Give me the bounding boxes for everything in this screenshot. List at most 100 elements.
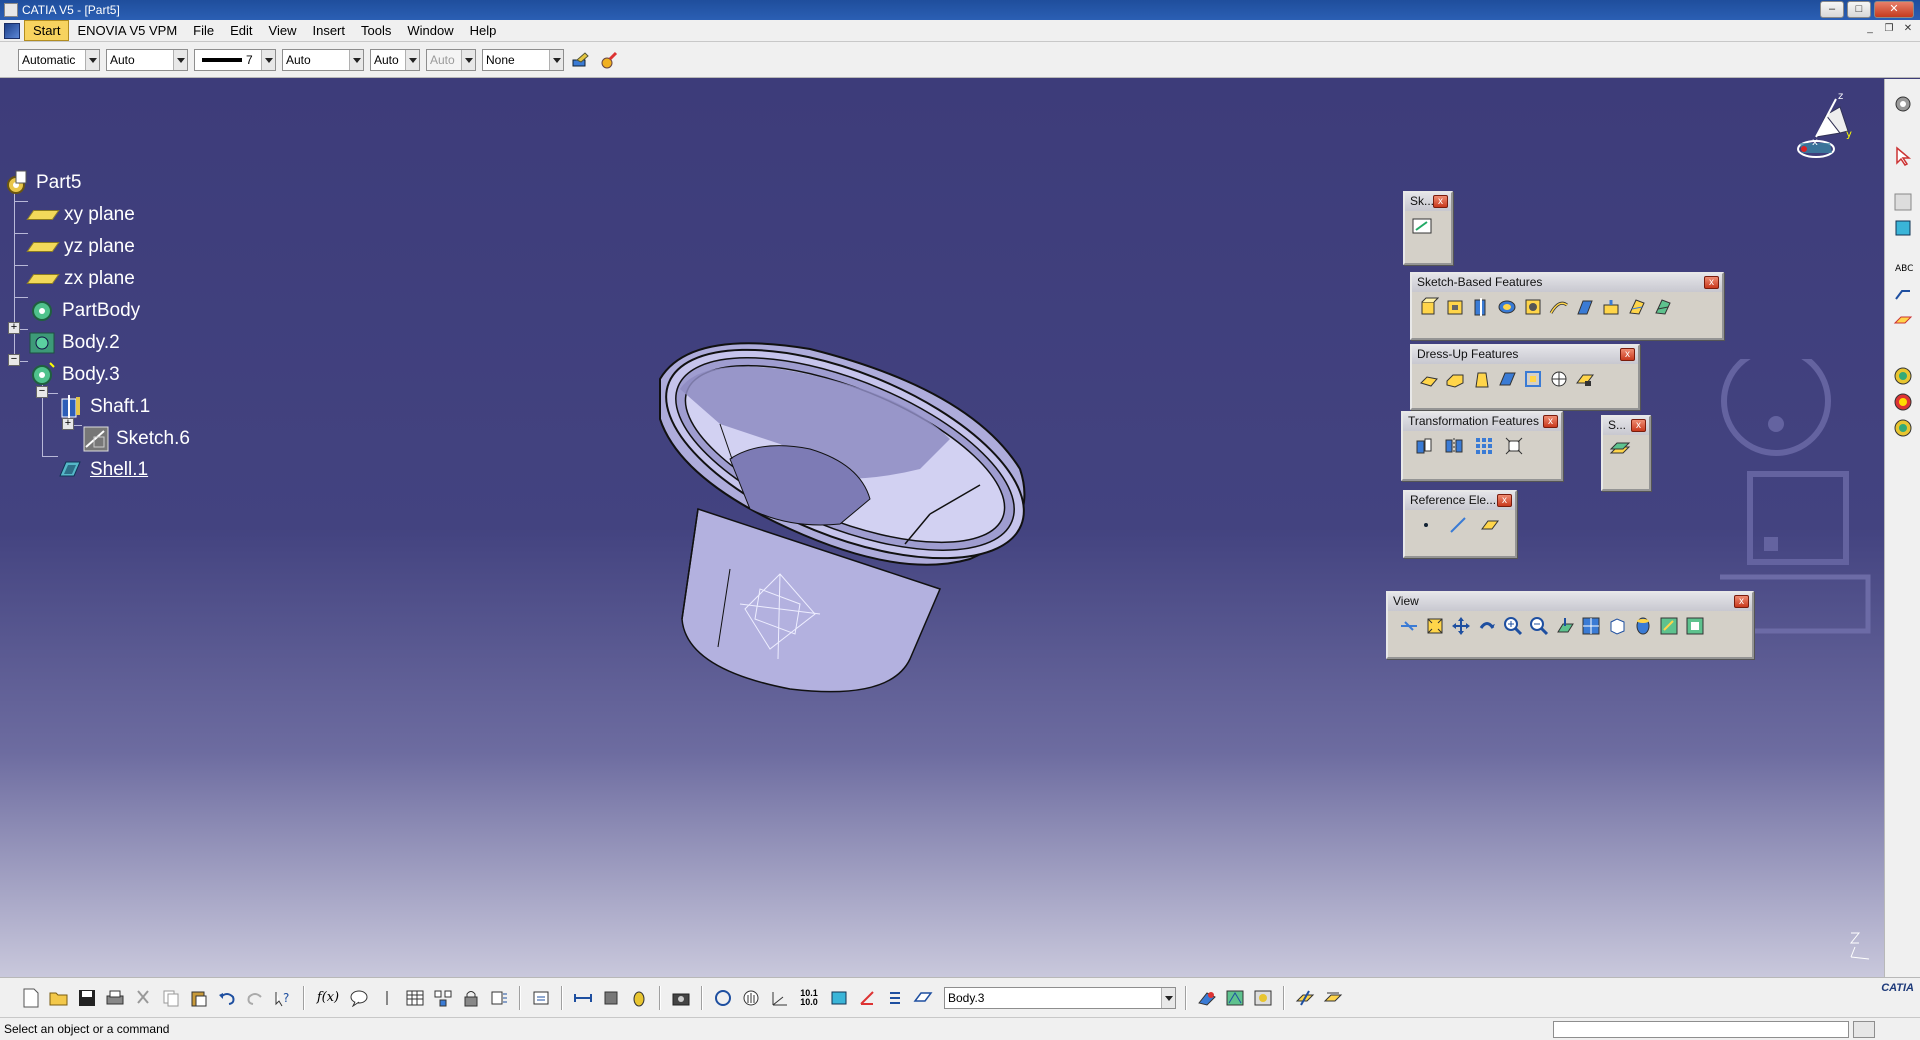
apply-material-bottom-icon[interactable] [1196, 987, 1218, 1009]
power-input-field[interactable] [1553, 1021, 1849, 1038]
3d-viewport[interactable]: z y x Part5 xy plane yz plane zx plane P… [0, 79, 1884, 977]
zoom-value-icon[interactable]: 10.1 10.0 [796, 987, 822, 1009]
update-icon[interactable] [488, 987, 510, 1009]
workbench-gear-icon[interactable] [1892, 93, 1914, 115]
rib-icon[interactable] [1548, 296, 1570, 318]
edge-fillet-icon[interactable] [1418, 368, 1440, 390]
grid-icon[interactable] [828, 987, 850, 1009]
panel-close-icon[interactable]: x [1631, 419, 1646, 432]
line-type-combo[interactable]: Auto [282, 48, 364, 71]
pan-icon[interactable] [1450, 615, 1472, 637]
slot-icon[interactable] [1574, 296, 1596, 318]
multi-view-icon[interactable] [1580, 615, 1602, 637]
current-body-combo[interactable]: Body.3 [944, 986, 1176, 1009]
collapse-shaft1-toggle[interactable]: − [36, 386, 48, 398]
pocket-icon[interactable] [1444, 296, 1466, 318]
chamfer-icon[interactable] [1444, 368, 1466, 390]
loft-icon[interactable] [1626, 296, 1648, 318]
measure-between-icon[interactable] [572, 987, 594, 1009]
copy-icon[interactable] [160, 987, 182, 1009]
formula-icon[interactable]: f(x) [314, 987, 342, 1009]
menu-insert[interactable]: Insert [304, 21, 353, 40]
rotate-view-icon[interactable] [712, 987, 734, 1009]
doc-restore-button[interactable]: ❐ [1881, 22, 1897, 37]
color-combo[interactable]: Automatic [18, 48, 100, 71]
measure-icon[interactable] [1892, 309, 1914, 331]
part-model-shell[interactable] [640, 329, 1120, 729]
knowledge-icon[interactable] [376, 987, 398, 1009]
line-icon[interactable] [1447, 514, 1469, 536]
removed-loft-icon[interactable] [1652, 296, 1674, 318]
mirror-icon[interactable] [1443, 435, 1465, 457]
hole-icon[interactable] [1522, 296, 1544, 318]
properties-brush-icon[interactable] [598, 49, 620, 71]
panel-close-icon[interactable]: x [1543, 415, 1558, 428]
plane-icon[interactable] [1479, 514, 1501, 536]
design-table-icon[interactable] [404, 987, 426, 1009]
remove-face-icon[interactable] [1574, 368, 1596, 390]
whats-this-icon[interactable]: ? [272, 987, 294, 1009]
material-library-icon[interactable] [1892, 391, 1914, 413]
paste-icon[interactable] [188, 987, 210, 1009]
save-icon[interactable] [76, 987, 98, 1009]
cut-icon[interactable] [132, 987, 154, 1009]
measure-inertia-icon[interactable] [628, 987, 650, 1009]
select-arrow-icon[interactable] [1892, 145, 1914, 167]
doc-close-button[interactable]: ✕ [1900, 22, 1916, 37]
close-button[interactable]: ✕ [1874, 1, 1914, 18]
tree-item-partbody[interactable]: PartBody [28, 296, 143, 326]
new-document-icon[interactable] [20, 987, 42, 1009]
scene-icon[interactable] [1252, 987, 1274, 1009]
undo-icon[interactable] [216, 987, 238, 1009]
start-menu-icon[interactable] [4, 22, 20, 39]
redo-icon[interactable] [244, 987, 266, 1009]
thread-icon[interactable] [1548, 368, 1570, 390]
rotate-icon[interactable] [1476, 615, 1498, 637]
power-input-button[interactable] [1853, 1021, 1875, 1038]
shell-icon[interactable] [1496, 368, 1518, 390]
open-folder-icon[interactable] [48, 987, 70, 1009]
panel-close-icon[interactable]: x [1497, 494, 1512, 507]
tree-root-part5[interactable]: Part5 [2, 168, 84, 198]
swap-icon[interactable] [530, 987, 552, 1009]
panel-close-icon[interactable]: x [1620, 348, 1635, 361]
tree-item-sketch6[interactable]: Sketch.6 [82, 424, 193, 454]
scaling-icon[interactable] [1503, 435, 1525, 457]
tree-item-yz-plane[interactable]: yz plane [26, 232, 138, 262]
zoom-out-icon[interactable] [1528, 615, 1550, 637]
fit-all-in-icon[interactable] [1424, 615, 1446, 637]
hide-show-icon[interactable] [1658, 615, 1680, 637]
capture-camera-icon[interactable] [670, 987, 692, 1009]
sketch-icon[interactable] [1411, 215, 1433, 237]
collapse-body3-toggle[interactable]: − [8, 354, 20, 366]
shaft-icon[interactable] [1470, 296, 1492, 318]
pattern-icon[interactable] [1473, 435, 1495, 457]
list-icon[interactable] [884, 987, 906, 1009]
format-painter-icon[interactable] [570, 49, 592, 71]
tree-item-body2[interactable]: Body.2 [28, 328, 123, 358]
hand-icon[interactable] [740, 987, 762, 1009]
sketch-tools-icon[interactable] [1294, 987, 1316, 1009]
define-work-object-icon[interactable] [912, 987, 934, 1009]
maximize-button[interactable]: □ [1847, 1, 1871, 18]
translation-icon[interactable] [1413, 435, 1435, 457]
point-icon[interactable] [1415, 514, 1437, 536]
menu-enovia[interactable]: ENOVIA V5 VPM [69, 21, 185, 40]
fly-mode-icon[interactable] [1398, 615, 1420, 637]
map-icon[interactable] [1224, 987, 1246, 1009]
thickness-icon[interactable] [1522, 368, 1544, 390]
flag-note-icon[interactable] [1892, 283, 1914, 305]
menu-tools[interactable]: Tools [353, 21, 399, 40]
line-weight-combo[interactable]: 7 [194, 48, 276, 71]
compass-widget[interactable]: z y x [1780, 87, 1860, 167]
layer-combo[interactable]: None [482, 48, 564, 71]
expand-body2-toggle[interactable]: + [8, 322, 20, 334]
measure-item-icon[interactable] [600, 987, 622, 1009]
swap-visible-space-icon[interactable] [1684, 615, 1706, 637]
point-type-combo[interactable]: Auto [370, 48, 420, 71]
normal-view-icon[interactable] [1554, 615, 1576, 637]
tree-item-xy-plane[interactable]: xy plane [26, 200, 138, 230]
panel-close-icon[interactable]: x [1734, 595, 1749, 608]
comment-icon[interactable] [348, 987, 370, 1009]
zoom-in-icon[interactable] [1502, 615, 1524, 637]
